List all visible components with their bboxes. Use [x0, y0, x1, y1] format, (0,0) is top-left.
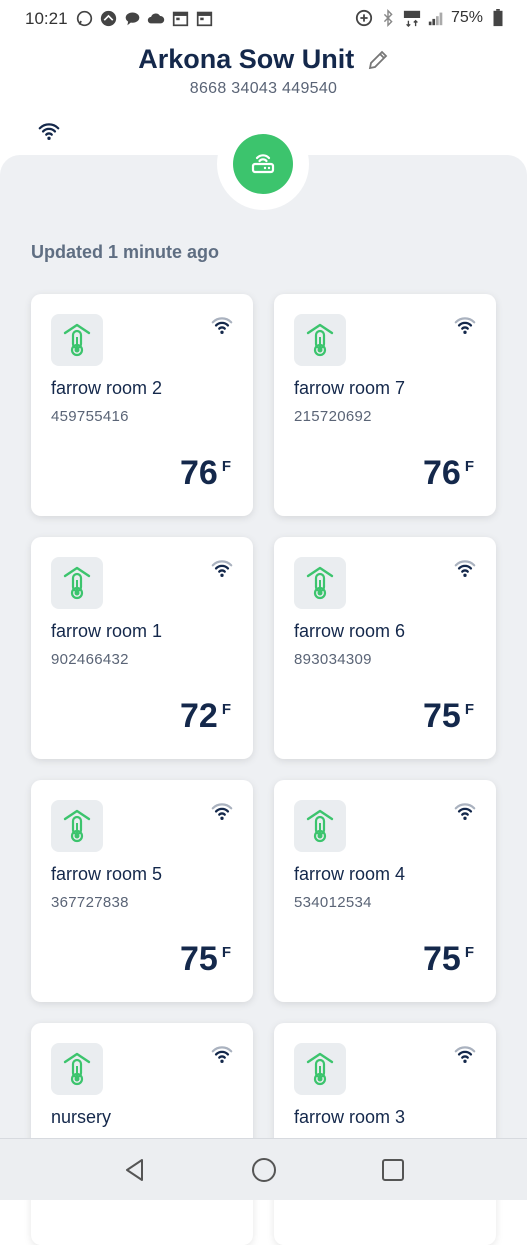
- recents-icon[interactable]: [379, 1156, 407, 1184]
- calendar-icon: [195, 9, 213, 27]
- thermometer-icon: [294, 800, 346, 852]
- sensor-name: nursery: [51, 1107, 112, 1127]
- status-time: 10:21: [25, 9, 68, 28]
- page-title: Arkona Sow Unit: [138, 44, 355, 74]
- temperature-unit: F: [464, 944, 474, 961]
- sensor-id: 902466432: [51, 651, 129, 668]
- home-icon[interactable]: [250, 1156, 278, 1184]
- temperature-unit: F: [221, 944, 231, 961]
- thermometer-icon: [294, 1043, 346, 1095]
- cloud-icon: [147, 9, 165, 27]
- thermometer-icon: [51, 1043, 103, 1095]
- temperature-value: 75: [423, 697, 461, 735]
- temperature-value: 75: [423, 940, 461, 978]
- temperature-value: 72: [180, 697, 218, 735]
- sensor-card[interactable]: farrow room 7 215720692 76 F: [274, 294, 496, 516]
- header: Arkona Sow Unit: [0, 44, 527, 75]
- sensor-id: 534012534: [294, 894, 372, 911]
- calendar-icon: [171, 9, 189, 27]
- message-icon: [123, 9, 141, 27]
- whatsapp-icon: [75, 9, 93, 27]
- sensor-id: 367727838: [51, 894, 129, 911]
- temperature-unit: F: [221, 701, 231, 718]
- sensor-card[interactable]: nursery: [31, 1023, 253, 1245]
- lte-icon: [403, 9, 421, 27]
- sensor-id: 459755416: [51, 408, 129, 425]
- device-id: 8668 34043 449540: [189, 80, 338, 97]
- bluetooth-icon: [379, 9, 397, 27]
- updated-text: Updated 1 minute ago: [31, 242, 220, 262]
- sensor-id: 215720692: [294, 408, 372, 425]
- pencil-icon[interactable]: [367, 49, 389, 71]
- sensor-name: farrow room 5: [51, 864, 163, 884]
- thermometer-icon: [51, 557, 103, 609]
- signal-icon: [427, 9, 445, 27]
- temperature-value: 76: [423, 454, 461, 492]
- temperature-unit: F: [464, 701, 474, 718]
- wifi-icon: [454, 1043, 476, 1065]
- temperature-value: 75: [180, 940, 218, 978]
- sensor-name: farrow room 2: [51, 378, 163, 398]
- sensor-card[interactable]: farrow room 1 902466432 72 F: [31, 537, 253, 759]
- battery-icon: [489, 9, 507, 27]
- app-icon: [99, 9, 117, 27]
- temperature-unit: F: [221, 458, 231, 475]
- temperature-reading: 75 F: [423, 697, 474, 736]
- thermometer-icon: [294, 557, 346, 609]
- thermometer-icon: [51, 314, 103, 366]
- data-saver-icon: [355, 9, 373, 27]
- wifi-icon: [454, 557, 476, 579]
- temperature-reading: 75 F: [180, 940, 231, 979]
- sensor-card[interactable]: farrow room 5 367727838 75 F: [31, 780, 253, 1002]
- wifi-icon: [454, 800, 476, 822]
- sensor-card[interactable]: farrow room 4 534012534 75 F: [274, 780, 496, 1002]
- sensor-name: farrow room 3: [294, 1107, 406, 1127]
- temperature-reading: 76 F: [423, 454, 474, 493]
- temperature-value: 76: [180, 454, 218, 492]
- temperature-reading: 76 F: [180, 454, 231, 493]
- temperature-reading: 75 F: [423, 940, 474, 979]
- back-icon[interactable]: [121, 1156, 149, 1184]
- navigation-bar: [0, 1138, 527, 1200]
- router-icon[interactable]: [233, 134, 293, 194]
- status-bar: 10:21 75%: [0, 0, 527, 40]
- wifi-icon: [211, 800, 233, 822]
- wifi-icon: [454, 314, 476, 336]
- sensor-name: farrow room 1: [51, 621, 163, 641]
- sensor-card[interactable]: farrow room 6 893034309 75 F: [274, 537, 496, 759]
- sensor-card[interactable]: farrow room 2 459755416 76 F: [31, 294, 253, 516]
- temperature-unit: F: [464, 458, 474, 475]
- temperature-reading: 72 F: [180, 697, 231, 736]
- wifi-icon: [38, 120, 60, 142]
- sensor-name: farrow room 7: [294, 378, 406, 398]
- wifi-icon: [211, 557, 233, 579]
- battery-percent: 75%: [450, 9, 483, 26]
- sensor-name: farrow room 6: [294, 621, 406, 641]
- thermometer-icon: [294, 314, 346, 366]
- wifi-icon: [211, 314, 233, 336]
- thermometer-icon: [51, 800, 103, 852]
- sensor-id: 893034309: [294, 651, 372, 668]
- sensor-name: farrow room 4: [294, 864, 406, 884]
- sensor-card[interactable]: farrow room 3: [274, 1023, 496, 1245]
- wifi-icon: [211, 1043, 233, 1065]
